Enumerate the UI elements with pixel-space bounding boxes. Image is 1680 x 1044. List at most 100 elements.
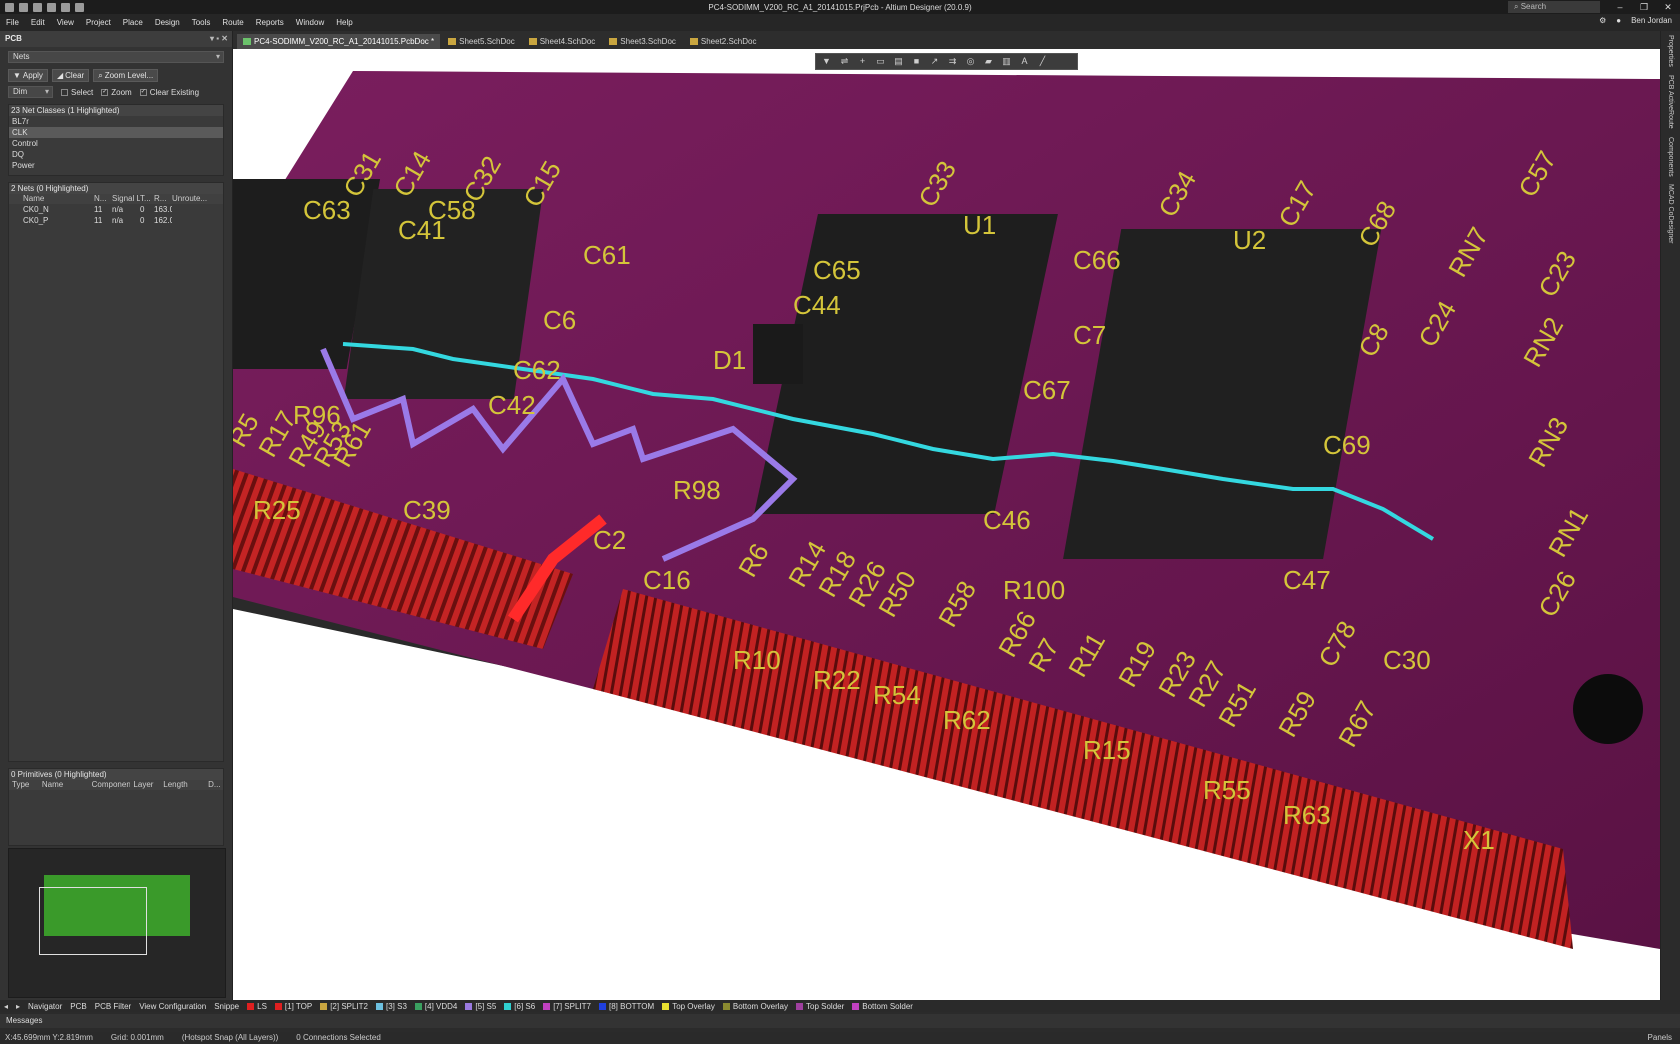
nets-column-header[interactable]: T... — [140, 194, 154, 204]
layer-tab[interactable]: [5] S5 — [465, 1002, 496, 1011]
layer-scroll-right-icon[interactable]: ▸ — [16, 1002, 20, 1011]
layer-tab[interactable]: [4] VDD4 — [414, 1002, 457, 1011]
layer-tab[interactable]: [6] S6 — [504, 1002, 535, 1011]
redo-icon[interactable] — [75, 2, 84, 12]
layer-tab[interactable]: Top Solder — [796, 1002, 844, 1011]
menu-reports[interactable]: Reports — [250, 18, 290, 27]
nets-column-header[interactable]: Name — [9, 194, 94, 204]
panel-tab[interactable]: View Configuration — [139, 1002, 206, 1011]
primitives-column-header[interactable]: D... — [205, 780, 223, 790]
net-row[interactable]: CK0_P 11 n/a 0 162.0 — [9, 215, 223, 226]
crosshair-icon[interactable]: + — [856, 56, 869, 67]
menu-route[interactable]: Route — [216, 18, 249, 27]
diff-pair-icon[interactable]: ⇉ — [946, 56, 959, 67]
undo-icon[interactable] — [61, 2, 70, 12]
user-name[interactable]: Ben Jordan — [1631, 16, 1672, 25]
pcb-3d-view[interactable]: C63 C31 C14 C32 C15 C58 C41 C61 C6 C62 C42 C33 C65 C4… — [233, 49, 1660, 1000]
panels-button[interactable]: Panels — [1648, 1032, 1680, 1044]
primitives-column-header[interactable]: Type — [9, 780, 39, 790]
close-icon[interactable]: ✕ — [1656, 0, 1680, 14]
bell-icon[interactable]: ● — [1616, 16, 1621, 25]
nets-column-header[interactable]: Signal L... — [112, 194, 140, 204]
line-icon[interactable]: ╱ — [1036, 56, 1049, 67]
filter-icon[interactable]: ▼ — [820, 56, 833, 67]
layer-tab[interactable]: Bottom Overlay — [722, 1002, 788, 1011]
text-icon[interactable]: A — [1018, 56, 1031, 67]
right-panel-tab[interactable]: MCAD CoDesigner — [1667, 184, 1674, 244]
menu-help[interactable]: Help — [330, 18, 358, 27]
panel-mode-select[interactable]: Nets — [8, 51, 224, 63]
layer-tab[interactable]: LS — [247, 1002, 267, 1011]
menu-view[interactable]: View — [51, 18, 80, 27]
panel-tab[interactable]: PCB — [70, 1002, 86, 1011]
net-class-item[interactable]: Control — [9, 138, 223, 149]
primitives-column-header[interactable]: Length — [160, 780, 205, 790]
document-tab[interactable]: PC4-SODIMM_V200_RC_A1_20141015.PcbDoc * — [237, 34, 441, 49]
net-class-item[interactable]: DQ — [9, 149, 223, 160]
select-checkbox[interactable]: Select — [61, 88, 93, 97]
rectangle-select-icon[interactable]: ▭ — [874, 56, 887, 67]
restore-icon[interactable]: ❐ — [1632, 0, 1656, 14]
layer-tab[interactable]: Top Overlay — [662, 1002, 715, 1011]
primitives-column-header[interactable]: Name — [39, 780, 89, 790]
align-icon[interactable]: ▤ — [892, 56, 905, 67]
interactive-route-icon[interactable]: ↗ — [928, 56, 941, 67]
right-panel-tab[interactable]: Components — [1667, 137, 1674, 177]
right-panel-strip: Properties PCB ActiveRoute Components MCAD … — [1660, 31, 1680, 1000]
document-tab[interactable]: Sheet4.SchDoc — [522, 34, 602, 49]
net-class-item[interactable]: CLK — [9, 127, 223, 138]
messages-tab[interactable]: Messages — [0, 1014, 1680, 1028]
chart-icon[interactable]: ▥ — [1000, 56, 1013, 67]
dim-mode-select[interactable]: Dim — [8, 86, 53, 98]
gear-icon[interactable]: ⚙ — [1599, 16, 1606, 25]
panel-close-icon[interactable]: ▾ ▪ ✕ — [210, 31, 228, 47]
net-row[interactable]: CK0_N 11 n/a 0 163.0 — [9, 204, 223, 215]
save-all-icon[interactable] — [33, 2, 42, 12]
minimize-icon[interactable]: – — [1608, 0, 1632, 14]
pcb-3d-render[interactable]: C63C31 C14 C32 C15C58C41C61C6C62C42C33C65C4… — [233, 49, 1660, 1000]
document-tab[interactable]: Sheet5.SchDoc — [442, 34, 521, 49]
panel-tab[interactable]: Snippe — [214, 1002, 239, 1011]
layer-tab[interactable]: [7] SPLIT7 — [543, 1002, 591, 1011]
route-icon[interactable]: ⇌ — [838, 56, 851, 67]
panel-tab[interactable]: Navigator — [28, 1002, 62, 1011]
net-class-item[interactable]: BL7r — [9, 116, 223, 127]
layer-tab[interactable]: [2] SPLIT2 — [320, 1002, 368, 1011]
open-icon[interactable] — [47, 2, 56, 12]
zoom-level-button[interactable]: ⌕ Zoom Level... — [93, 69, 159, 82]
panel-tab[interactable]: PCB Filter — [95, 1002, 131, 1011]
menu-window[interactable]: Window — [290, 18, 330, 27]
right-panel-tab[interactable]: Properties — [1667, 35, 1674, 67]
polygon-icon[interactable]: ▰ — [982, 56, 995, 67]
view-selection-rect[interactable] — [39, 887, 147, 955]
right-panel-tab[interactable]: PCB ActiveRoute — [1667, 75, 1674, 129]
primitives-column-header[interactable]: Component — [89, 780, 131, 790]
layer-tab[interactable]: [1] TOP — [274, 1002, 312, 1011]
save-icon[interactable] — [19, 2, 28, 12]
layer-tab[interactable]: [3] S3 — [376, 1002, 407, 1011]
fill-icon[interactable]: ■ — [910, 56, 923, 67]
search-box[interactable]: ⌕ Search — [1508, 1, 1600, 13]
net-class-item[interactable]: Power — [9, 160, 223, 171]
primitives-column-header[interactable]: Layer — [130, 780, 160, 790]
menu-design[interactable]: Design — [149, 18, 186, 27]
apply-button[interactable]: ▼ Apply — [8, 69, 48, 82]
menu-project[interactable]: Project — [80, 18, 117, 27]
document-tab[interactable]: Sheet2.SchDoc — [683, 34, 763, 49]
clear-existing-checkbox[interactable]: ✓ Clear Existing — [139, 88, 199, 97]
document-tab[interactable]: Sheet3.SchDoc — [603, 34, 682, 49]
nets-column-header[interactable]: R... — [154, 194, 172, 204]
nets-column-header[interactable]: N... — [94, 194, 112, 204]
nets-column-header[interactable]: Unroute... — [172, 194, 209, 204]
zoom-checkbox[interactable]: ✓ Zoom — [101, 88, 132, 97]
menu-place[interactable]: Place — [117, 18, 149, 27]
clear-button[interactable]: ◢ Clear — [51, 69, 90, 82]
layer-tab[interactable]: [8] BOTTOM — [598, 1002, 654, 1011]
menu-tools[interactable]: Tools — [186, 18, 217, 27]
layer-tab[interactable]: Bottom Solder — [852, 1002, 913, 1011]
layer-scroll-left-icon[interactable]: ◂ — [4, 1002, 8, 1011]
via-icon[interactable]: ◎ — [964, 56, 977, 67]
board-navigator-preview[interactable] — [8, 848, 226, 998]
menu-file[interactable]: File — [0, 18, 25, 27]
menu-edit[interactable]: Edit — [25, 18, 51, 27]
